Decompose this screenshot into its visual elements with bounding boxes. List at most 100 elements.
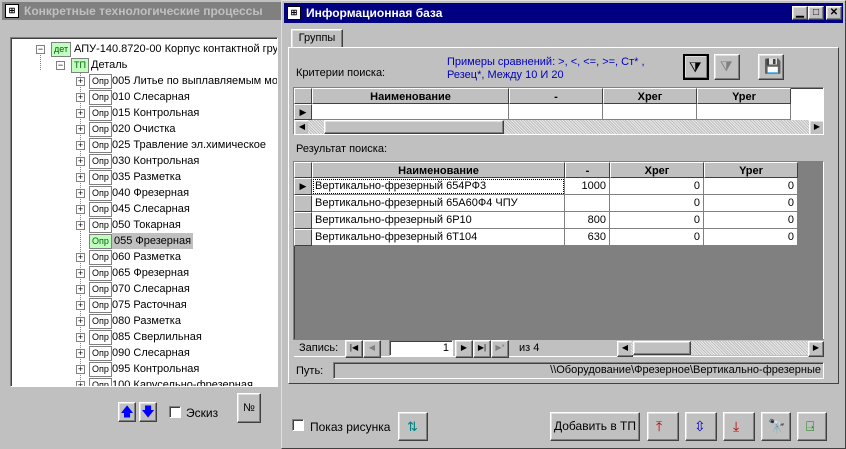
prev-record-button[interactable]: ◀ xyxy=(363,340,381,358)
results-cell-name[interactable]: Вертикально-фрезерный 65А60Ф4 ЧПУ xyxy=(312,195,565,212)
collapse-icon[interactable]: − xyxy=(56,61,65,70)
close-button[interactable]: ✕ xyxy=(826,6,842,20)
results-row-selector[interactable] xyxy=(294,229,312,246)
tree-op-row[interactable]: + Опр 015 Контрольная xyxy=(11,105,277,121)
eskiz-checkbox[interactable] xyxy=(169,406,181,418)
exit-button[interactable]: ⍈ xyxy=(797,412,827,441)
last-record-button[interactable]: ▶| xyxy=(473,340,491,358)
move-down-button[interactable]: 🡇 xyxy=(139,402,157,422)
record-number-input[interactable]: 1 xyxy=(389,340,453,356)
scroll-right-icon[interactable]: ▶ xyxy=(808,341,824,357)
results-row-selector[interactable]: ▶ xyxy=(294,178,312,195)
expand-icon[interactable]: + xyxy=(76,157,85,166)
expand-icon[interactable]: + xyxy=(76,253,85,262)
results-cell-yreg[interactable]: 0 xyxy=(704,229,798,246)
results-cell-dash[interactable]: 800 xyxy=(565,212,610,229)
criteria-cell-xreg[interactable] xyxy=(603,104,697,120)
move-up-button[interactable]: 🡅 xyxy=(118,402,136,422)
expand-icon[interactable]: + xyxy=(76,381,85,386)
insert-below-button[interactable]: ⤓ xyxy=(723,412,755,441)
minimize-button[interactable]: ▁ xyxy=(792,6,808,20)
tree-op-row[interactable]: + Опр 095 Контрольная xyxy=(11,361,277,377)
scroll-thumb[interactable] xyxy=(633,341,691,355)
tree-op-row[interactable]: + Опр 085 Сверлильная xyxy=(11,329,277,345)
tree-op-row[interactable]: + Опр 030 Контрольная xyxy=(11,153,277,169)
criteria-row-selector[interactable]: ▶ xyxy=(294,104,312,120)
expand-icon[interactable]: + xyxy=(76,205,85,214)
shuffle-button[interactable]: ⇅ xyxy=(398,412,428,441)
next-record-button[interactable]: ▶ xyxy=(455,340,473,358)
results-cell-xreg[interactable]: 0 xyxy=(610,195,704,212)
find-button[interactable]: 🔭 xyxy=(761,412,791,441)
expand-icon[interactable]: + xyxy=(76,221,85,230)
expand-icon[interactable]: + xyxy=(76,189,85,198)
criteria-hscrollbar[interactable]: ◀ ▶ xyxy=(294,120,823,134)
tree-op-row[interactable]: + Опр 060 Разметка xyxy=(11,249,277,265)
tree-op-row[interactable]: + Опр 010 Слесарная xyxy=(11,89,277,105)
results-header-yreg[interactable]: Yper xyxy=(704,162,798,178)
tree-op-row[interactable]: + Опр 080 Разметка xyxy=(11,313,277,329)
tree-op-row[interactable]: + Опр 035 Разметка xyxy=(11,169,277,185)
results-header-xreg[interactable]: Xpег xyxy=(610,162,704,178)
criteria-cell-dash[interactable] xyxy=(509,104,603,120)
tree-op-row[interactable]: + Опр 100 Карусельно-фрезерная xyxy=(11,377,277,386)
tree-root-row[interactable]: − дет АПУ-140.8720-00 Корпус контактной … xyxy=(11,41,277,57)
tree-op-row[interactable]: + Опр 065 Фрезерная xyxy=(11,265,277,281)
results-header-name[interactable]: Наименование xyxy=(312,162,565,178)
results-cell-xreg[interactable]: 0 xyxy=(610,212,704,229)
results-cell-yreg[interactable]: 0 xyxy=(704,212,798,229)
new-record-button[interactable]: ▶* xyxy=(491,340,509,358)
expand-icon[interactable]: + xyxy=(76,173,85,182)
criteria-grid[interactable]: Наименование - Xpег Yper ▶ ◀ ▶ xyxy=(293,87,824,135)
collapse-icon[interactable]: − xyxy=(36,45,45,54)
expand-icon[interactable]: + xyxy=(76,93,85,102)
expand-icon[interactable]: + xyxy=(76,125,85,134)
show-picture-checkbox[interactable] xyxy=(292,419,304,431)
expand-icon[interactable]: + xyxy=(76,269,85,278)
results-cell-xreg[interactable]: 0 xyxy=(610,229,704,246)
criteria-header-xreg[interactable]: Xpег xyxy=(603,88,697,104)
tree-op-row[interactable]: + Опр 025 Травление эл.химическое xyxy=(11,137,277,153)
filter-clear-button[interactable]: ⧩ xyxy=(714,54,740,80)
scroll-thumb[interactable] xyxy=(324,120,504,134)
scroll-right-icon[interactable]: ▶ xyxy=(809,120,823,134)
tree-op-row[interactable]: + Опр 040 Фрезерная xyxy=(11,185,277,201)
results-cell-dash[interactable]: 1000 xyxy=(565,178,610,195)
results-cell-name[interactable]: Вертикально-фрезерный 654РФ3 xyxy=(312,178,565,195)
expand-icon[interactable]: + xyxy=(76,333,85,342)
results-cell-name[interactable]: Вертикально-фрезерный 6Р10 xyxy=(312,212,565,229)
results-row-selector[interactable] xyxy=(294,195,312,212)
tree-op-row[interactable]: + Опр 045 Слесарная xyxy=(11,201,277,217)
expand-icon[interactable]: + xyxy=(76,301,85,310)
expand-icon[interactable]: + xyxy=(76,285,85,294)
front-window-titlebar[interactable]: ⊞ Информационная база ▁ □ ✕ xyxy=(284,3,843,23)
results-cell-name[interactable]: Вертикально-фрезерный 6Т104 xyxy=(312,229,565,246)
criteria-cell-name[interactable] xyxy=(312,104,509,120)
expand-icon[interactable]: + xyxy=(76,365,85,374)
back-window-titlebar[interactable]: ⊞ Конкретные технологические процессы xyxy=(2,2,282,20)
criteria-header-name[interactable]: Наименование xyxy=(312,88,509,104)
results-cell-yreg[interactable]: 0 xyxy=(704,195,798,212)
expand-icon[interactable]: + xyxy=(76,141,85,150)
tree-op-row[interactable]: + Опр 090 Слесарная xyxy=(11,345,277,361)
add-to-tp-button[interactable]: Добавить в ТП xyxy=(550,412,640,441)
results-vscroll-area[interactable] xyxy=(798,162,823,338)
criteria-cell-yreg[interactable] xyxy=(697,104,791,120)
number-button[interactable]: № xyxy=(237,393,261,423)
results-grid[interactable]: Наименование - Xpег Yper ▶ Вертикально-фр… xyxy=(293,161,824,357)
results-cell-dash[interactable] xyxy=(565,195,610,212)
results-cell-dash[interactable]: 630 xyxy=(565,229,610,246)
expand-icon[interactable]: + xyxy=(76,109,85,118)
operations-tree[interactable]: − дет АПУ-140.8720-00 Корпус контактной … xyxy=(10,37,278,387)
first-record-button[interactable]: |◀ xyxy=(345,340,363,358)
expand-icon[interactable]: + xyxy=(76,317,85,326)
insert-between-button[interactable]: ⇳ xyxy=(685,412,717,441)
tree-op-row[interactable]: Опр 055 Фрезерная xyxy=(11,233,277,249)
results-cell-yreg[interactable]: 0 xyxy=(704,178,798,195)
filter-apply-button[interactable]: ⧩ xyxy=(683,54,709,80)
results-row-selector[interactable] xyxy=(294,212,312,229)
tree-tp-row[interactable]: − ТП Деталь xyxy=(11,57,277,73)
results-hscrollbar[interactable]: ◀ ▶ xyxy=(617,341,824,357)
tree-op-row[interactable]: + Опр 070 Слесарная xyxy=(11,281,277,297)
results-cell-xreg[interactable]: 0 xyxy=(610,178,704,195)
